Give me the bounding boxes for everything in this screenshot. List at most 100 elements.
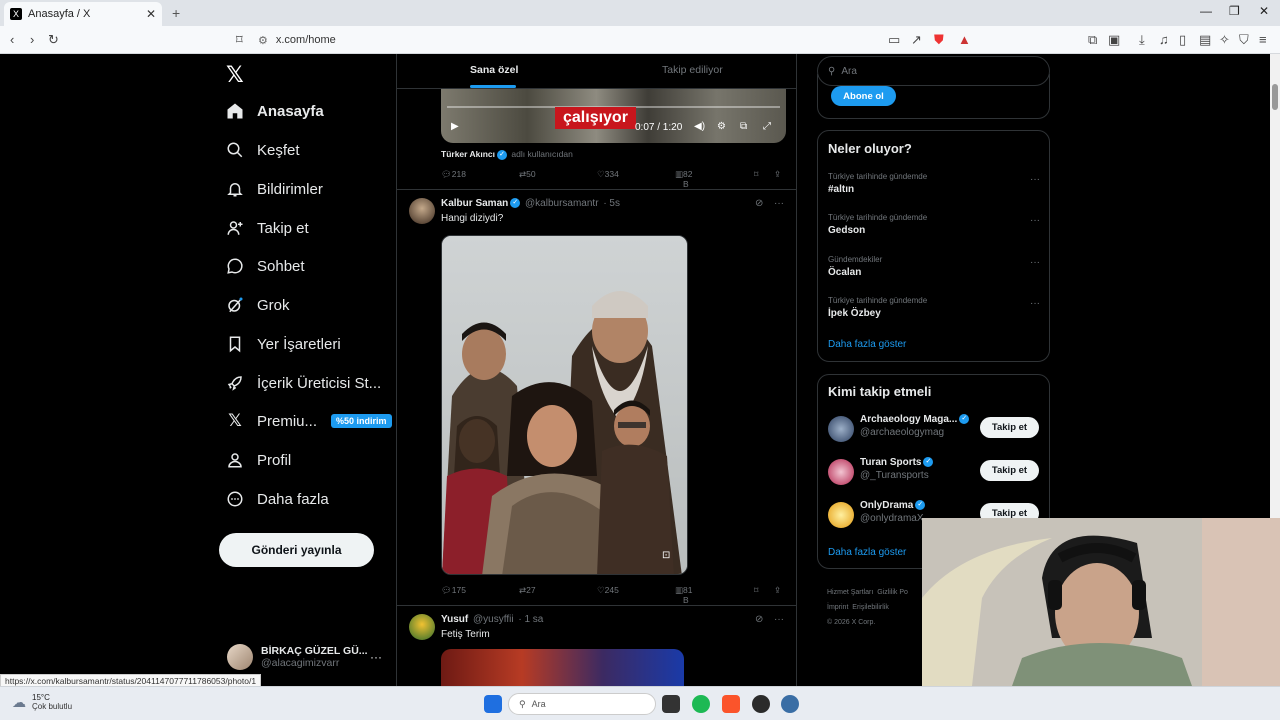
nav-more[interactable]: Daha fazla [226, 484, 329, 514]
back-icon[interactable]: ‹ [10, 32, 14, 47]
trend-more-icon[interactable]: ··· [1030, 298, 1040, 309]
like-button[interactable]: ♡ 334 [597, 169, 619, 180]
trend-item[interactable]: Türkiye tarihinde gündemde Gedson ··· [828, 213, 1040, 236]
tab-search-icon[interactable]: ▣ [1108, 32, 1120, 48]
trend-more-icon[interactable]: ··· [1030, 174, 1040, 185]
settings-icon[interactable]: ⚙ [717, 121, 726, 132]
vpn-icon[interactable]: ⛉ [1239, 32, 1249, 48]
task-view-icon[interactable] [662, 695, 680, 713]
extensions-icon[interactable]: ⧉ [1088, 32, 1097, 48]
trend-item[interactable]: Gündemdekiler Öcalan ··· [828, 255, 1040, 278]
trend-more-icon[interactable]: ··· [1030, 257, 1040, 268]
app-icon[interactable] [781, 695, 799, 713]
subscribe-button[interactable]: Abone ol [831, 86, 896, 106]
app-icon[interactable] [752, 695, 770, 713]
repost-button[interactable]: ⇄ 50 [519, 169, 536, 180]
nav-explore[interactable]: Keşfet [226, 135, 300, 165]
tweet-more-icon[interactable]: ··· [774, 614, 784, 625]
pip-icon[interactable]: ⧉ [740, 121, 747, 132]
new-tab-icon[interactable]: + [172, 5, 180, 21]
tweet-time[interactable]: · 1 sa [518, 614, 543, 625]
post-button[interactable]: Gönderi yayınla [219, 533, 374, 567]
avatar[interactable] [409, 614, 435, 640]
trends-show-more[interactable]: Daha fazla göster [828, 339, 906, 350]
weather-widget[interactable]: ☁ 15°C Çok bulutlu [12, 693, 72, 711]
nav-bookmarks[interactable]: Yer İşaretleri [226, 329, 341, 359]
views-button[interactable]: ▥ 82 B [675, 169, 693, 189]
nav-profile[interactable]: Profil [226, 445, 291, 475]
who-show-more[interactable]: Daha fazla göster [828, 547, 906, 558]
address-bar[interactable]: ⚙ x.com/home [258, 30, 978, 50]
restore-icon[interactable]: ❐ [1229, 4, 1240, 18]
bookmark-icon[interactable]: ⌑ [754, 169, 758, 180]
share-icon[interactable]: ⇪ [774, 585, 781, 596]
nav-creator-studio[interactable]: İçerik Üreticisi St... [226, 368, 381, 398]
nav-premium[interactable]: 𝕏 Premiu... %50 indirim [226, 406, 392, 436]
windows-start-icon[interactable] [484, 695, 502, 713]
footer-link[interactable]: Hizmet Şartları [827, 589, 873, 596]
nav-notifications[interactable]: Bildirimler [226, 174, 323, 204]
reload-icon[interactable]: ↻ [48, 32, 59, 48]
account-switcher[interactable]: BİRKAÇ GÜZEL GÜ... @alacagimizvarr [227, 639, 387, 675]
views-button[interactable]: ▥ 81 B [675, 585, 693, 605]
sidebar-icon[interactable]: ▯ [1179, 32, 1186, 48]
x-logo-icon[interactable]: 𝕏 [226, 62, 244, 88]
tweet-author-name[interactable]: Kalbur Saman [441, 198, 508, 209]
site-info-icon[interactable]: ⚙ [258, 34, 268, 47]
tweet-time[interactable]: · 5s [603, 198, 620, 209]
fullscreen-icon[interactable]: ⤢ [763, 121, 771, 132]
grok-icon[interactable]: ⊘ [755, 614, 763, 625]
window-close-icon[interactable]: ✕ [1259, 4, 1269, 18]
trend-more-icon[interactable]: ··· [1030, 215, 1040, 226]
tab-following[interactable]: Takip ediliyor [662, 64, 723, 76]
footer-link[interactable]: İmprint [827, 604, 848, 611]
video-player[interactable]: çalışıyor ▶ 0:07 / 1:20 ◀) ⚙ ⧉ ⤢ [441, 89, 786, 143]
tweet-photo[interactable] [441, 649, 684, 686]
trend-item[interactable]: Türkiye tarihinde gündemde İpek Özbey ··… [828, 296, 1040, 319]
tab-for-you[interactable]: Sana özel [470, 64, 518, 76]
video-source[interactable]: Türker Akıncı ✓ adlı kullanıcıdan [441, 149, 573, 160]
media-icon[interactable]: ♫ [1159, 32, 1169, 47]
tweet-author-handle[interactable]: @kalbursamantr [525, 198, 599, 209]
avatar[interactable] [409, 198, 435, 224]
search-input[interactable]: ⚲ Ara [817, 56, 1050, 86]
bookmark-icon[interactable]: ⌑ [754, 585, 758, 596]
bookmark-page-icon[interactable]: ⌑ [236, 32, 243, 48]
grok-icon[interactable]: ⊘ [755, 198, 763, 209]
volume-icon[interactable]: ◀) [694, 121, 705, 132]
repost-button[interactable]: ⇄ 27 [519, 585, 536, 596]
download-icon[interactable]: ⤓ [1139, 32, 1145, 48]
minimize-icon[interactable]: — [1200, 4, 1212, 18]
follow-button[interactable]: Takip et [980, 460, 1039, 481]
taskbar-search[interactable]: ⚲ Ara [508, 693, 656, 715]
trend-item[interactable]: Türkiye tarihinde gündemde #altın ··· [828, 172, 1040, 195]
nav-chat[interactable]: Sohbet [226, 251, 305, 281]
photo-grok-icon[interactable]: ⊡ [662, 550, 674, 562]
like-button[interactable]: ♡ 245 [597, 585, 619, 596]
forward-icon[interactable]: › [30, 32, 34, 47]
menu-icon[interactable]: ≡ [1259, 32, 1267, 47]
tweet-author-name[interactable]: Yusuf [441, 614, 468, 625]
wallet-icon[interactable]: ▤ [1199, 32, 1211, 48]
tweet-more-icon[interactable]: ··· [774, 198, 784, 209]
tweet-photo[interactable] [441, 235, 688, 575]
footer-link[interactable]: Erişilebilirlik [852, 604, 889, 611]
footer-link[interactable]: Gizlilik Po [877, 589, 908, 596]
reply-button[interactable]: 💬︎ 218 [441, 169, 466, 180]
nav-home[interactable]: Anasayfa [226, 96, 324, 126]
nav-grok[interactable]: Grok [226, 290, 290, 320]
scrollbar-thumb[interactable] [1272, 84, 1278, 110]
browser-tab[interactable]: X Anasayfa / X ✕ [4, 2, 162, 26]
share-icon[interactable]: ⇪ [774, 169, 781, 180]
suggested-account[interactable]: Turan Sports ✓ @_Turansports Takip et [828, 457, 1040, 487]
follow-button[interactable]: Takip et [980, 417, 1039, 438]
reply-button[interactable]: 💬︎ 175 [441, 585, 466, 596]
spotify-icon[interactable] [692, 695, 710, 713]
suggested-account[interactable]: Archaeology Maga... ✓ @archaeologymag Tak… [828, 414, 1040, 444]
leo-icon[interactable]: ✧ [1219, 32, 1230, 48]
account-more-icon[interactable]: ··· [370, 650, 382, 664]
play-icon[interactable]: ▶ [451, 121, 459, 132]
tweet-author-handle[interactable]: @yusyffii [473, 614, 514, 625]
nav-follow[interactable]: Takip et [226, 213, 309, 243]
brave-icon[interactable] [722, 695, 740, 713]
